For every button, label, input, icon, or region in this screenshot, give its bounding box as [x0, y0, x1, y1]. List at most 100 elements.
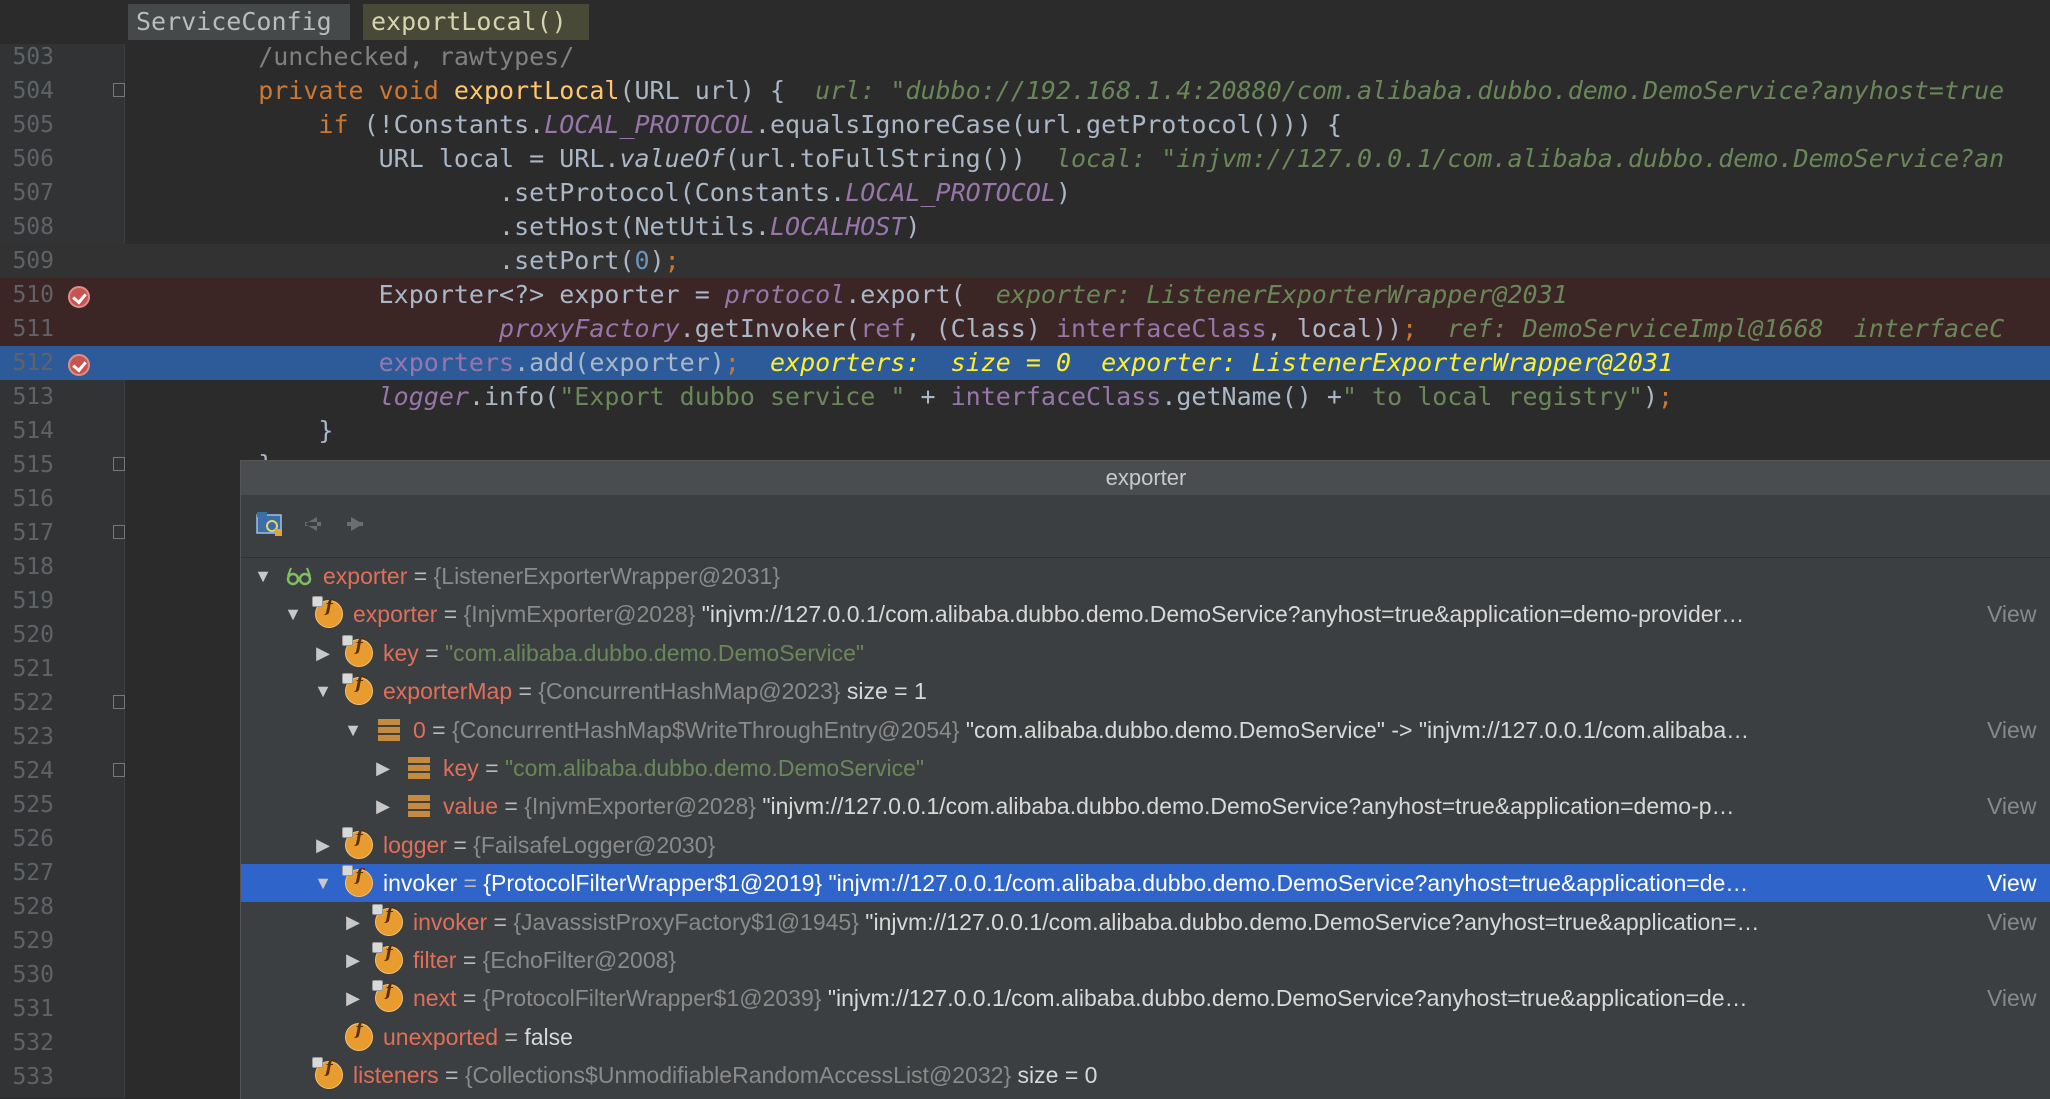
- tree-node[interactable]: ▶ value = {InjvmExporter@2028} "injvm://1…: [241, 787, 2050, 825]
- field-icon: [312, 1057, 343, 1089]
- map-entry-icon: [405, 792, 433, 820]
- node-name: invoker: [383, 870, 458, 896]
- view-link[interactable]: View: [1987, 864, 2050, 902]
- node-name: unexported: [383, 1024, 499, 1050]
- code-line[interactable]: 512 exporters.add(exporter); exporters: …: [0, 346, 2050, 380]
- field-icon: [342, 827, 373, 859]
- code-token: Exporter<?> exporter =: [198, 280, 725, 309]
- tree-node[interactable]: ▶ key = "com.alibaba.dubbo.demo.DemoServi…: [241, 749, 2050, 787]
- fold-marker-icon[interactable]: [113, 763, 125, 777]
- add-to-watches-icon[interactable]: [255, 509, 285, 539]
- expand-arrow-icon[interactable]: ▶: [343, 979, 363, 1017]
- code-token: url: "dubbo://192.168.1.4:20880/com.alib…: [815, 76, 2005, 105]
- forward-arrow-icon[interactable]: [341, 509, 371, 539]
- fold-marker-icon[interactable]: [113, 83, 125, 97]
- tree-node[interactable]: ▼ exporter = {ListenerExporterWrapper@203…: [241, 557, 2050, 595]
- breakpoint-icon[interactable]: [68, 354, 90, 376]
- breakpoint-icon[interactable]: [68, 286, 90, 308]
- expand-arrow-icon[interactable]: ▶: [343, 903, 363, 941]
- code-token: , (Class): [905, 314, 1056, 343]
- code-token: LOCAL_PROTOCOL: [845, 178, 1056, 207]
- breadcrumb-method[interactable]: exportLocal(): [363, 4, 589, 40]
- line-number: 514: [12, 418, 54, 444]
- view-link[interactable]: View: [1987, 711, 2050, 749]
- node-name: next: [413, 985, 457, 1011]
- code-token: protocol: [724, 280, 846, 309]
- code-token: .export(: [845, 280, 996, 309]
- code-line[interactable]: 514 }: [0, 414, 2050, 448]
- code-token: .equalsIgnoreCase(url.getProtocol())) {: [754, 110, 1342, 139]
- code-line[interactable]: 508 .setHost(NetUtils.LOCALHOST): [0, 210, 2050, 244]
- node-text: next = {ProtocolFilterWrapper$1@2039} "i…: [413, 979, 1748, 1017]
- tree-node[interactable]: ▶ next = {ProtocolFilterWrapper$1@2039} "…: [241, 979, 2050, 1017]
- line-number: 531: [12, 996, 54, 1022]
- view-link[interactable]: View: [1987, 903, 2050, 941]
- code-line[interactable]: 507 .setProtocol(Constants.LOCAL_PROTOCO…: [0, 176, 2050, 210]
- popup-title[interactable]: exporter: [241, 461, 2050, 495]
- code-line[interactable]: 505 if (!Constants.LOCAL_PROTOCOL.equals…: [0, 108, 2050, 142]
- node-type: {EchoFilter@2008}: [482, 947, 677, 973]
- code-token: valueOf: [619, 144, 725, 173]
- tree-node[interactable]: ▼ exporter = {InjvmExporter@2028} "injvm:…: [241, 595, 2050, 633]
- tree-node[interactable]: ▶ key = "com.alibaba.dubbo.demo.DemoServi…: [241, 634, 2050, 672]
- view-link[interactable]: View: [1987, 787, 2050, 825]
- collapse-arrow-icon[interactable]: ▼: [343, 711, 363, 749]
- tree-node[interactable]: listeners = {Collections$UnmodifiableRan…: [241, 1056, 2050, 1094]
- node-name: key: [383, 640, 419, 666]
- node-type: {ConcurrentHashMap@2023}: [538, 678, 841, 704]
- equals-sign: =: [418, 640, 446, 666]
- code-token: .setHost(NetUtils.: [198, 212, 770, 241]
- node-type: {Collections$UnmodifiableRandomAccessLis…: [464, 1062, 1012, 1088]
- breadcrumb-class[interactable]: ServiceConfig: [128, 4, 350, 40]
- line-number: 511: [12, 316, 54, 342]
- code-token: exporters: [198, 348, 515, 377]
- line-number: 504: [12, 78, 54, 104]
- code-token: (!Constants.: [363, 110, 545, 139]
- expand-arrow-icon[interactable]: ▶: [343, 941, 363, 979]
- collapse-arrow-icon[interactable]: ▼: [313, 672, 333, 710]
- collapse-arrow-icon[interactable]: ▼: [283, 595, 303, 633]
- view-link[interactable]: View: [1987, 595, 2050, 633]
- code-line[interactable]: 503 /unchecked, rawtypes/: [0, 40, 2050, 74]
- code-line[interactable]: 510 Exporter<?> exporter = protocol.expo…: [0, 278, 2050, 312]
- tree-node[interactable]: ▶ filter = {EchoFilter@2008}: [241, 941, 2050, 979]
- code-line[interactable]: 511 proxyFactory.getInvoker(ref, (Class)…: [0, 312, 2050, 346]
- code-line[interactable]: 504 private void exportLocal(URL url) { …: [0, 74, 2050, 108]
- variables-tree[interactable]: ▼ exporter = {ListenerExporterWrapper@203…: [241, 557, 2050, 1099]
- node-text: invoker = {JavassistProxyFactory$1@1945}…: [413, 903, 1760, 941]
- code-line[interactable]: 506 URL local = URL.valueOf(url.toFullSt…: [0, 142, 2050, 176]
- code-line[interactable]: 509 .setPort(0);: [0, 244, 2050, 278]
- code-token: " to local registry": [1341, 382, 1643, 411]
- tree-node[interactable]: ▶ logger = {FailsafeLogger@2030}: [241, 826, 2050, 864]
- code-token: ;: [1658, 382, 1674, 411]
- view-link[interactable]: View: [1987, 979, 2050, 1017]
- line-number: 515: [12, 452, 54, 478]
- expand-arrow-icon[interactable]: ▶: [313, 826, 333, 864]
- equals-sign: =: [512, 678, 539, 704]
- tree-node[interactable]: ▼ invoker = {ProtocolFilterWrapper$1@2019…: [241, 864, 2050, 902]
- line-number: 522: [12, 690, 54, 716]
- node-name: value: [443, 793, 498, 819]
- node-text: unexported = false: [383, 1018, 573, 1056]
- tree-node[interactable]: unexported = false: [241, 1018, 2050, 1056]
- expand-arrow-icon[interactable]: ▶: [373, 749, 393, 787]
- line-number: 521: [12, 656, 54, 682]
- tree-node[interactable]: ▼ 0 = {ConcurrentHashMap$WriteThroughEntr…: [241, 711, 2050, 749]
- fold-marker-icon[interactable]: [113, 525, 125, 539]
- line-number: 505: [12, 112, 54, 138]
- fold-marker-icon[interactable]: [113, 695, 125, 709]
- tree-node[interactable]: ▼ exporterMap = {ConcurrentHashMap@2023} …: [241, 672, 2050, 710]
- node-value: "com.alibaba.dubbo.demo.DemoService": [445, 640, 865, 666]
- code-line[interactable]: 513 logger.info("Export dubbo service " …: [0, 380, 2050, 414]
- expand-arrow-icon[interactable]: ▶: [313, 634, 333, 672]
- collapse-arrow-icon[interactable]: ▼: [253, 557, 273, 595]
- fold-marker-icon[interactable]: [113, 457, 125, 471]
- expand-arrow-icon[interactable]: ▶: [373, 787, 393, 825]
- code-token: LOCAL_PROTOCOL: [544, 110, 755, 139]
- collapse-arrow-icon[interactable]: ▼: [313, 864, 333, 902]
- code-text: }: [198, 414, 333, 448]
- tree-node[interactable]: ▶ invoker = {JavassistProxyFactory$1@1945…: [241, 903, 2050, 941]
- node-text: key = "com.alibaba.dubbo.demo.DemoServic…: [443, 749, 924, 787]
- code-token: exportLocal: [453, 76, 620, 105]
- back-arrow-icon[interactable]: [297, 509, 327, 539]
